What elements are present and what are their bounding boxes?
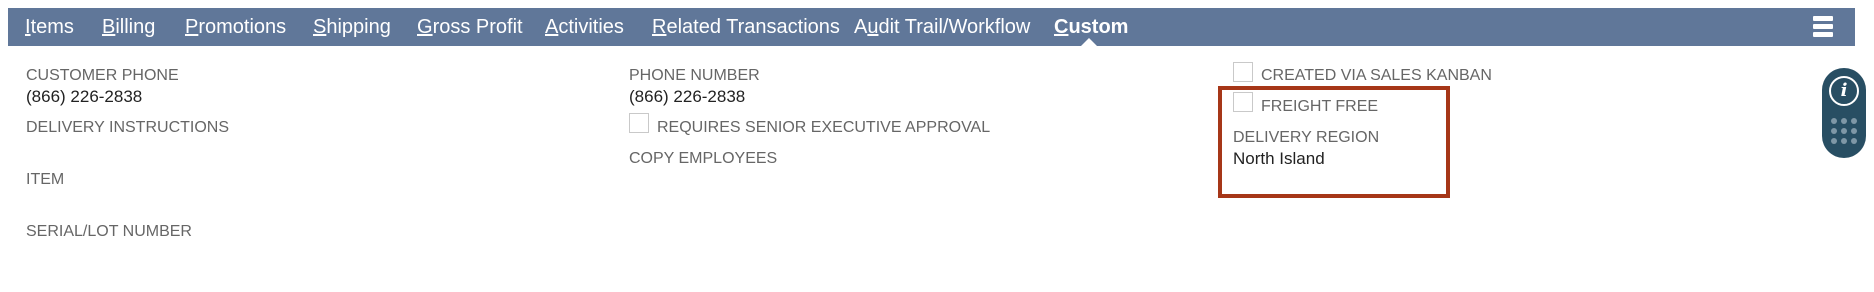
tab-activities-label: ctivities	[558, 16, 624, 38]
tab-promotions-accel: P	[185, 16, 199, 38]
tab-activities-accel: A	[545, 16, 559, 38]
tab-billing-label: illing	[115, 16, 156, 38]
customer-phone-value: (866) 226-2838	[26, 87, 143, 106]
requires-senior-executive-approval-checkbox[interactable]	[629, 113, 649, 133]
highlight-box	[1218, 86, 1450, 198]
tab-custom-label: ustom	[1068, 16, 1129, 38]
active-tab-caret	[1080, 38, 1098, 47]
side-widget: i	[1822, 68, 1866, 158]
requires-senior-executive-approval-label: REQUIRES SENIOR EXECUTIVE APPROVAL	[657, 119, 991, 136]
tab-audit-trail-workflow-label: dit Trail/Workflow	[878, 16, 1031, 38]
created-via-sales-kanban-label: CREATED VIA SALES KANBAN	[1261, 67, 1492, 84]
tab-related-transactions-accel: R	[652, 16, 667, 38]
item-label: ITEM	[26, 171, 65, 188]
tab-related-transactions[interactable]: Related Transactions	[652, 8, 840, 46]
delivery-instructions-label: DELIVERY INSTRUCTIONS	[26, 119, 230, 136]
tab-shipping-accel: S	[313, 16, 327, 38]
tab-shipping[interactable]: Shipping	[313, 8, 391, 46]
phone-number-label: PHONE NUMBER	[629, 67, 760, 84]
tab-activities[interactable]: Activities	[545, 8, 624, 46]
copy-employees-label: COPY EMPLOYEES	[629, 150, 778, 167]
tab-gross-profit-label: ross Profit	[432, 16, 523, 38]
created-via-sales-kanban-checkbox[interactable]	[1233, 62, 1253, 82]
tab-billing[interactable]: Billing	[102, 8, 155, 46]
tab-items[interactable]: Items	[25, 8, 74, 46]
tab-related-transactions-label: elated Transactions	[666, 16, 840, 38]
phone-number-value: (866) 226-2838	[629, 87, 746, 106]
tab-audit-trail-accel: u	[867, 16, 879, 38]
tab-audit-trail-workflow[interactable]: Audit Trail/Workflow	[854, 8, 1030, 46]
tab-audit-trail-a: A	[854, 16, 868, 38]
tab-promotions-label: romotions	[198, 16, 287, 38]
tab-gross-profit-accel: G	[417, 16, 433, 38]
customer-phone-label: CUSTOMER PHONE	[26, 67, 179, 84]
tab-gross-profit[interactable]: Gross Profit	[417, 8, 523, 46]
serial-lot-number-label: SERIAL/LOT NUMBER	[26, 223, 192, 240]
tab-promotions[interactable]: Promotions	[185, 8, 286, 46]
tab-shipping-label: hipping	[326, 16, 391, 38]
grid-dots-icon[interactable]	[1831, 118, 1857, 146]
info-icon[interactable]: i	[1829, 76, 1859, 106]
tab-bar: Items Billing Promotions Shipping Gross …	[8, 8, 1855, 47]
tab-custom-accel: C	[1054, 16, 1069, 38]
tab-billing-accel: B	[102, 16, 116, 38]
hamburger-menu-icon[interactable]	[1813, 16, 1833, 38]
tab-items-label: tems	[30, 16, 74, 38]
